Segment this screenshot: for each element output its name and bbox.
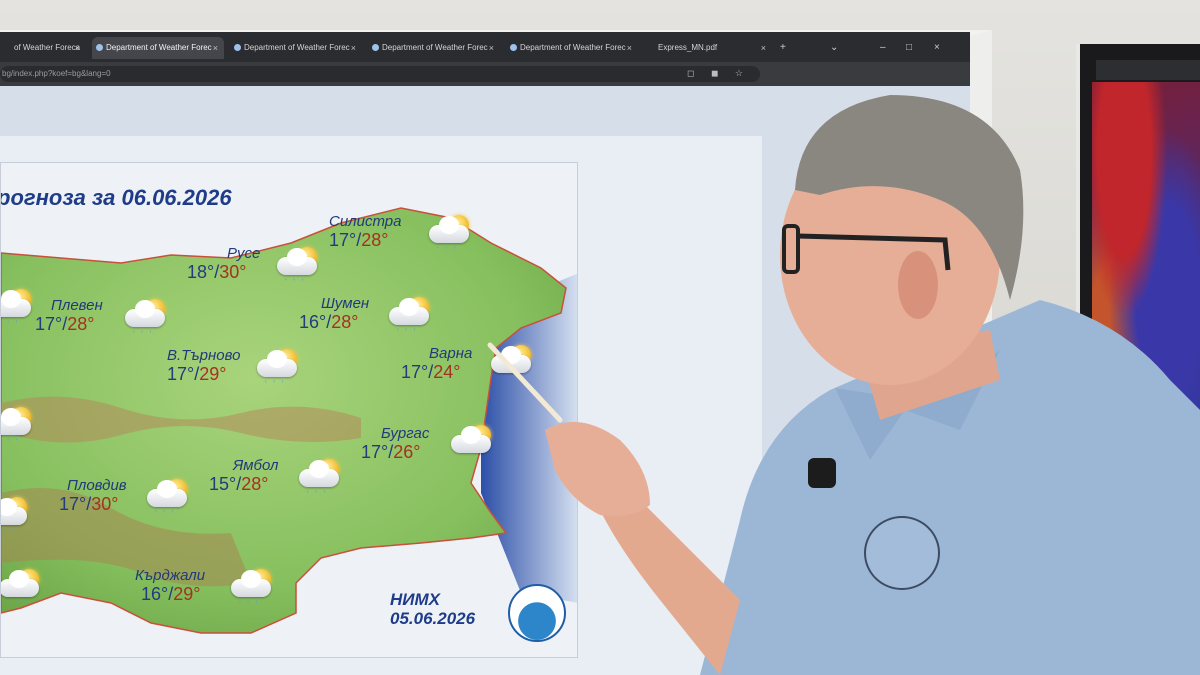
presenter-ear bbox=[898, 251, 938, 319]
presenter-arm bbox=[600, 500, 740, 675]
pointer-stick bbox=[487, 342, 563, 423]
lavalier-microphone bbox=[808, 458, 836, 488]
presenter-hand bbox=[545, 422, 650, 517]
shirt-emblem bbox=[864, 516, 940, 590]
presenter bbox=[487, 95, 1200, 675]
